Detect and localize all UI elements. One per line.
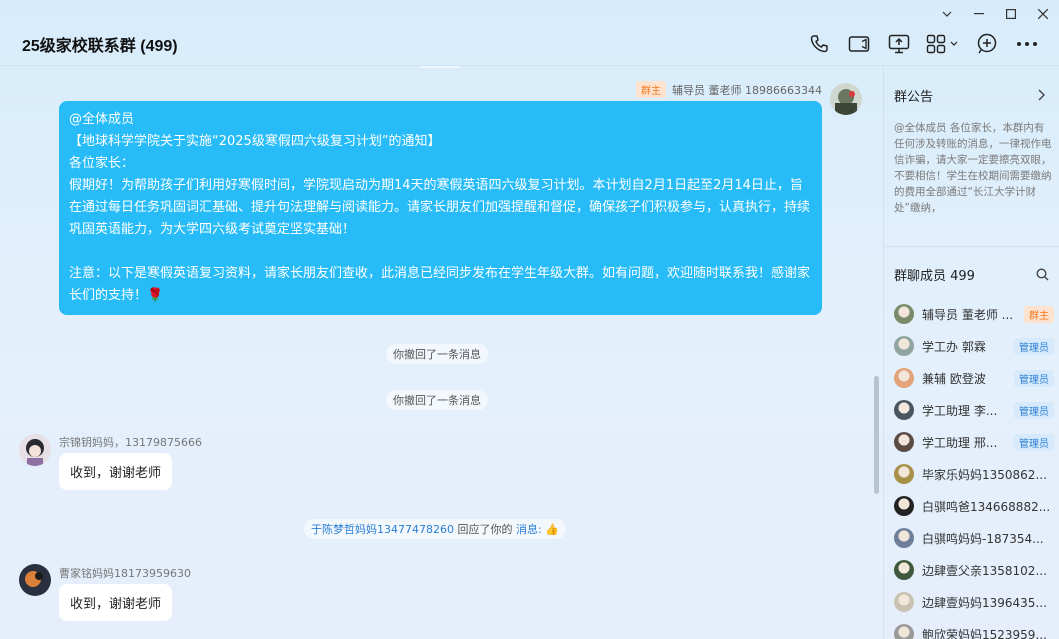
member-item[interactable]: 白骐鸣爸134668882... [894, 494, 1054, 518]
chat-header: 25级家校联系群 (499) [0, 28, 1059, 64]
member-item[interactable]: 边肆壹妈妈1396435... [894, 590, 1054, 614]
message-line: @全体成员 [69, 112, 135, 127]
message-bubble[interactable]: 收到，谢谢老师 [59, 584, 173, 621]
member-name: 学工助理 李... [922, 403, 998, 418]
reaction-user[interactable]: 于陈梦哲妈妈13477478260 [311, 523, 454, 536]
avatar [894, 464, 914, 484]
member-name: 辅导员 董老师 ... [922, 307, 1014, 322]
message-bubble[interactable]: 收到，谢谢老师 [59, 453, 173, 490]
avatar[interactable] [19, 434, 51, 466]
reaction-target[interactable]: 消息: [516, 523, 542, 536]
message-line: 假期好！为帮助孩子们利用好寒假时间，学院现启动为期14天的寒假英语四六级复习计划… [69, 178, 811, 237]
phone-icon[interactable] [805, 30, 833, 58]
members-title: 群聊成员 499 [894, 269, 975, 284]
avatar [894, 336, 914, 356]
window-controls [931, 0, 1059, 28]
admin-badge: 管理员 [1014, 337, 1054, 355]
scroll-indicator [420, 66, 460, 68]
member-name: 边肆壹妈妈1396435... [922, 595, 1047, 610]
member-name: 边肆壹父亲1358102... [922, 563, 1047, 578]
maximize-icon[interactable] [995, 0, 1027, 28]
group-notice-title[interactable]: 群公告 [894, 86, 933, 105]
avatar [894, 432, 914, 452]
reaction-action: 回应了你的 [457, 523, 513, 536]
avatar[interactable] [830, 83, 862, 115]
message-list[interactable]: 群主 辅导员 董老师 18986663344 @全体成员 【地球科学学院关于实施… [0, 66, 883, 639]
minimize-icon[interactable] [963, 0, 995, 28]
member-item[interactable]: 边肆壹父亲1358102... [894, 558, 1054, 582]
avatar [894, 304, 914, 324]
avatar [894, 496, 914, 516]
avatar [894, 368, 914, 388]
avatar[interactable] [19, 564, 51, 596]
member-name: 兼辅 欧登波 [922, 371, 986, 386]
member-item[interactable]: 学工助理 李... 管理员 [894, 398, 1054, 422]
chevron-right-icon[interactable] [1038, 86, 1046, 105]
member-name: 白骐鸣妈妈-187354... [922, 531, 1044, 546]
chevron-down-icon[interactable] [931, 0, 963, 28]
search-icon[interactable] [1036, 266, 1049, 285]
admin-badge: 管理员 [1014, 401, 1054, 419]
chat-title[interactable]: 25级家校联系群 (499) [22, 32, 178, 56]
add-member-icon[interactable] [973, 30, 1001, 58]
owner-badge: 群主 [1024, 305, 1054, 323]
reaction-emoji: 👍 [545, 523, 559, 536]
close-icon[interactable] [1027, 0, 1059, 28]
member-item[interactable]: 毕家乐妈妈1350862... [894, 462, 1054, 486]
recall-notice: 你撤回了一条消息 [386, 344, 488, 364]
avatar [894, 624, 914, 639]
member-item[interactable]: 兼辅 欧登波 管理员 [894, 366, 1054, 390]
message-line: 各位家长： [69, 156, 135, 171]
sender-name[interactable]: 曹家铭妈妈18173959630 [59, 565, 191, 581]
message-bubble-self[interactable]: @全体成员 【地球科学学院关于实施“2025级寒假四六级复习计划”的通知】 各位… [59, 101, 822, 315]
header-toolbar [805, 30, 1041, 58]
self-sender-name[interactable]: 辅导员 董老师 18986663344 [672, 82, 822, 98]
group-sidebar: 群公告 @全体成员 各位家长，本群内有任何涉及转账的消息，一律视作电信诈骗，请大… [883, 66, 1059, 639]
member-item[interactable]: 鲍欣荣妈妈1523959... [894, 622, 1054, 639]
member-name: 毕家乐妈妈1350862... [922, 467, 1047, 482]
screen-share-icon[interactable] [885, 30, 913, 58]
admin-badge: 管理员 [1014, 433, 1054, 451]
scrollbar[interactable] [874, 376, 879, 494]
more-icon[interactable] [1013, 30, 1041, 58]
sender-name[interactable]: 宗锦钥妈妈，13179875666 [59, 434, 202, 450]
message-line: 【地球科学学院关于实施“2025级寒假四六级复习计划”的通知】 [69, 134, 441, 149]
member-name: 学工助理 邢... [922, 435, 998, 450]
member-item[interactable]: 白骐鸣妈妈-187354... [894, 526, 1054, 550]
avatar [894, 528, 914, 548]
avatar [894, 592, 914, 612]
recall-notice: 你撤回了一条消息 [386, 390, 488, 410]
member-name: 鲍欣荣妈妈1523959... [922, 627, 1047, 639]
member-item[interactable]: 学工办 郭霖 管理员 [894, 334, 1054, 358]
member-item[interactable]: 辅导员 董老师 ... 群主 [894, 302, 1054, 326]
admin-badge: 管理员 [1014, 369, 1054, 387]
message-line [69, 241, 812, 263]
owner-badge: 群主 [636, 81, 667, 98]
member-item[interactable]: 学工助理 邢... 管理员 [894, 430, 1054, 454]
reaction-notice: 于陈梦哲妈妈13477478260 回应了你的 消息: 👍 [304, 519, 566, 539]
member-name: 学工办 郭霖 [922, 339, 986, 354]
video-icon[interactable] [845, 30, 873, 58]
sidebar-divider [884, 246, 1059, 247]
message-line: 注意：以下是寒假英语复习资料，请家长朋友们查收，此消息已经同步发布在学生年级大群… [69, 266, 811, 303]
apps-icon[interactable] [925, 30, 961, 58]
self-sender-meta: 群主 辅导员 董老师 18986663344 [636, 81, 822, 98]
member-name: 白骐鸣爸134668882... [922, 499, 1051, 514]
group-notice-text[interactable]: @全体成员 各位家长，本群内有任何涉及转账的消息，一律视作电信诈骗，请大家一定要… [894, 120, 1054, 216]
avatar [894, 400, 914, 420]
avatar [894, 560, 914, 580]
